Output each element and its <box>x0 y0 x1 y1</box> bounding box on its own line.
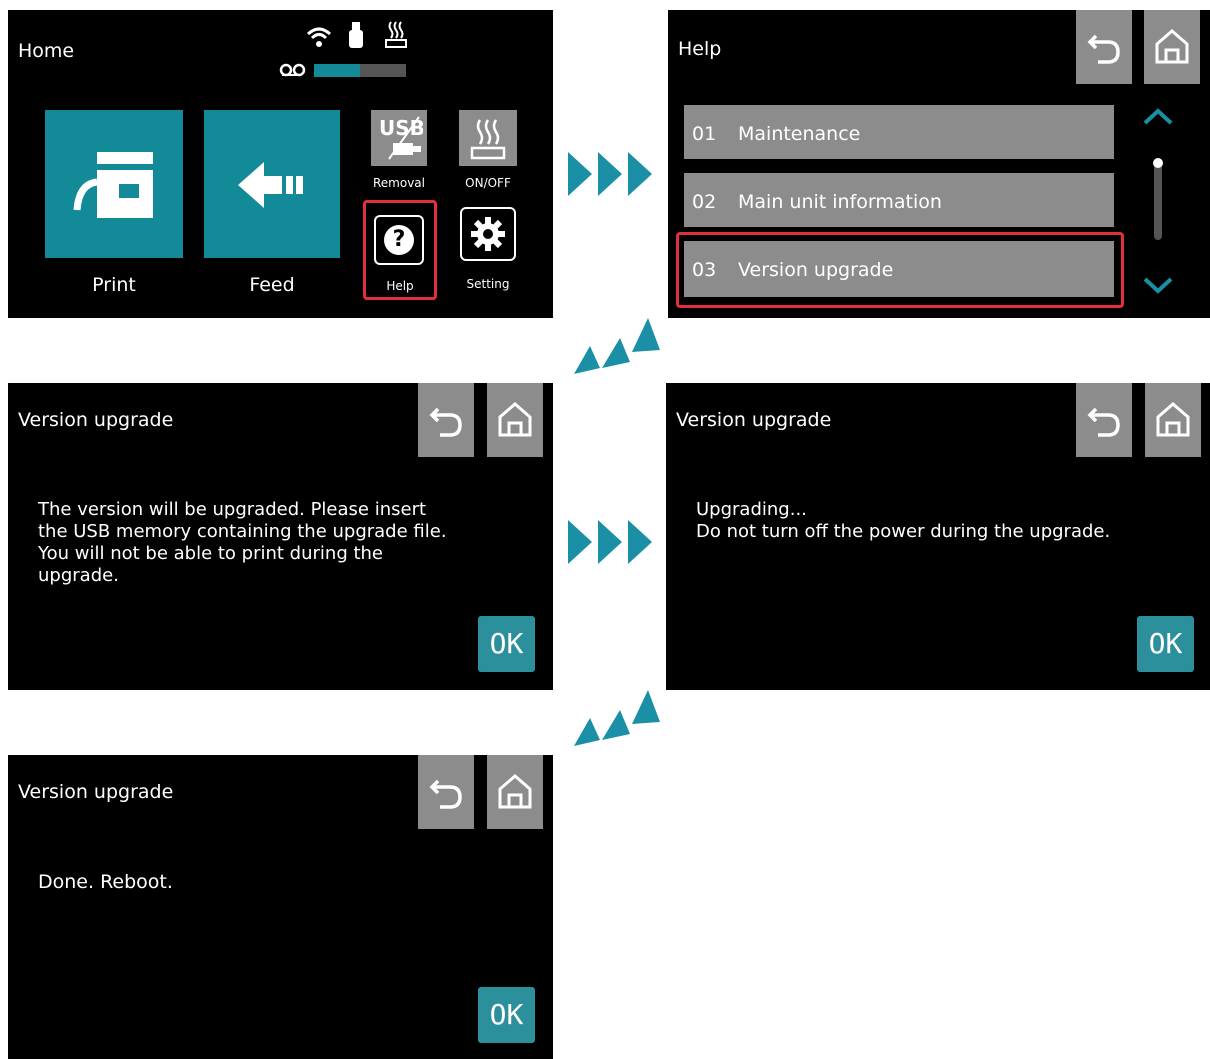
back-icon <box>1087 34 1120 64</box>
page-title: Version upgrade <box>18 781 174 803</box>
help-label: Help <box>386 279 414 293</box>
back-button[interactable] <box>1076 10 1132 84</box>
item-label: Maintenance <box>738 123 861 145</box>
home-button[interactable] <box>487 755 543 829</box>
page-title: Version upgrade <box>18 409 174 431</box>
usb-removal-icon: USB <box>379 116 423 160</box>
scrollbar-track[interactable] <box>1154 160 1162 240</box>
removal-label: Removal <box>372 176 425 190</box>
home-icon <box>498 402 532 437</box>
next-arrow-icon <box>568 520 652 564</box>
item-number: 03 <box>692 259 717 281</box>
heater-icon <box>385 21 407 48</box>
home-icon <box>1155 29 1189 64</box>
item-number: 02 <box>692 191 717 213</box>
ribbon-level-fill <box>314 64 360 77</box>
home-screen: Home Print Feed USB Removal ON/OFF ? Hel… <box>8 10 553 318</box>
ok-button[interactable]: OK <box>1137 616 1194 672</box>
onoff-label: ON/OFF <box>465 176 511 190</box>
back-button[interactable] <box>418 383 474 457</box>
print-label: Print <box>92 274 136 296</box>
page-title: Version upgrade <box>676 409 832 431</box>
home-button[interactable] <box>1145 383 1201 457</box>
item-number: 01 <box>692 123 717 145</box>
scroll-up-icon[interactable] <box>1142 108 1174 126</box>
gear-icon-shape <box>471 217 505 251</box>
back-button[interactable] <box>418 755 474 829</box>
heater-onoff-button[interactable] <box>459 110 517 166</box>
scrollbar-thumb[interactable] <box>1153 158 1163 168</box>
usb-removal-button[interactable]: USB <box>371 110 427 166</box>
help-icon: ? <box>374 215 424 265</box>
scroll-down-icon[interactable] <box>1142 276 1174 294</box>
feed-tile-button[interactable] <box>204 110 340 258</box>
home-icon <box>498 774 532 809</box>
help-item-main-unit-info[interactable]: 02 Main unit information <box>684 173 1114 227</box>
usb-icon <box>349 22 363 48</box>
back-icon <box>1087 407 1120 437</box>
done-screen: Version upgrade Done. Reboot. OK <box>8 755 553 1059</box>
upgrade-prompt-screen: Version upgrade The version will be upgr… <box>8 383 553 690</box>
back-button[interactable] <box>1076 383 1132 457</box>
printer-icon <box>73 152 153 218</box>
print-tile-button[interactable] <box>45 110 183 258</box>
home-button[interactable] <box>1144 10 1200 84</box>
page-title: Home <box>18 40 75 62</box>
page-title: Help <box>678 38 722 60</box>
help-item-maintenance[interactable]: 01 Maintenance <box>684 105 1114 159</box>
back-icon <box>429 407 462 437</box>
item-label: Main unit information <box>738 191 942 213</box>
help-icon-circle: ? <box>384 225 414 255</box>
ribbon-icon <box>279 63 306 77</box>
help-item-version-upgrade[interactable]: 03 Version upgrade <box>684 241 1114 297</box>
next-arrow-icon <box>568 152 652 196</box>
heater-icon <box>470 119 506 160</box>
next-arrow-icon <box>574 690 660 746</box>
gear-icon <box>460 207 516 261</box>
message-text: The version will be upgraded. Please ins… <box>38 499 447 586</box>
next-arrow-icon <box>574 318 660 374</box>
ok-button[interactable]: OK <box>478 987 535 1043</box>
feed-arrow-icon <box>238 162 303 208</box>
setting-button[interactable]: Setting <box>460 207 516 291</box>
ribbon-level-bar <box>314 64 406 77</box>
back-icon <box>429 779 462 809</box>
upgrading-screen: Version upgrade Upgrading... Do not turn… <box>666 383 1210 690</box>
help-screen: Help 01 Maintenance 02 Main unit informati… <box>668 10 1210 318</box>
home-icon <box>1156 402 1190 437</box>
message-text: Upgrading... Do not turn off the power d… <box>696 499 1111 542</box>
feed-label: Feed <box>249 274 295 296</box>
wifi-icon <box>306 27 332 47</box>
ok-button[interactable]: OK <box>478 616 535 672</box>
message-text: Done. Reboot. <box>38 871 173 893</box>
help-button[interactable]: ? Help <box>363 200 437 300</box>
home-button[interactable] <box>487 383 543 457</box>
setting-label: Setting <box>466 277 510 291</box>
item-label: Version upgrade <box>738 259 894 281</box>
